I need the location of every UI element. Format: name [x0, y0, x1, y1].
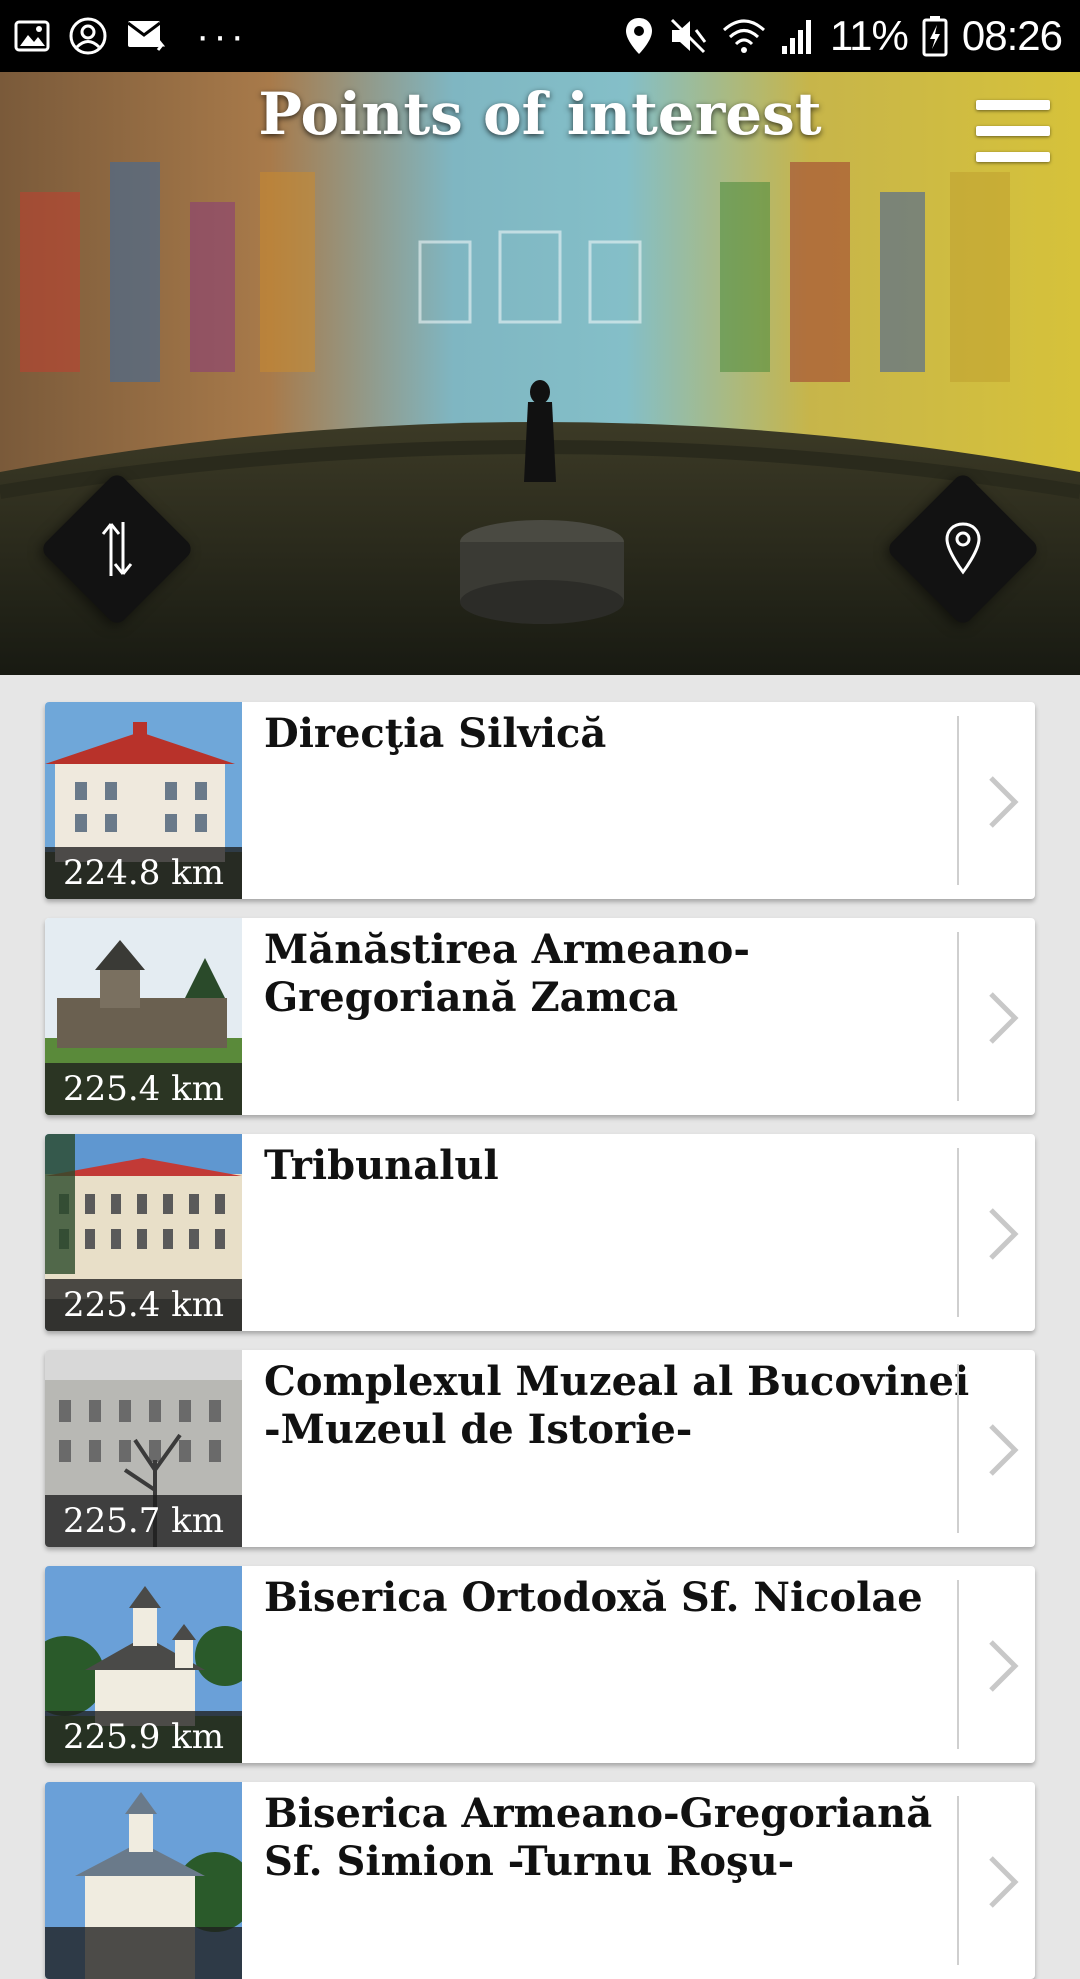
more-dots-icon: ···: [196, 14, 248, 58]
sort-arrows-icon: [82, 514, 152, 584]
list-item[interactable]: 225.9 km Biserica Ortodoxă Sf. Nicolae: [45, 1566, 1035, 1763]
hero-image: [0, 72, 1080, 675]
clock: 08:26: [961, 12, 1063, 59]
wifi-icon: [722, 16, 766, 56]
list-item[interactable]: 225.4 km Mănăstirea Armeano-Gregoriană Z…: [45, 918, 1035, 1115]
divider: [957, 1580, 959, 1749]
status-right: 11% 08:26: [624, 10, 1063, 62]
account-circle-icon: [68, 16, 108, 56]
divider: [957, 1148, 959, 1317]
mute-icon: [668, 16, 708, 56]
divider: [957, 932, 959, 1101]
chevron-right-icon[interactable]: [983, 774, 1023, 830]
mail-forward-icon: [126, 17, 168, 55]
place-name: Complexul Muzeal al Bucovinei -Muzeul de…: [264, 1358, 970, 1453]
hero-banner: Points of interest: [0, 72, 1080, 675]
signal-icon: [780, 16, 816, 56]
place-thumbnail: 225.7 km: [45, 1350, 242, 1547]
list-item[interactable]: 224.8 km Direcţia Silvică: [45, 702, 1035, 899]
chevron-right-icon[interactable]: [983, 1206, 1023, 1262]
chevron-right-icon[interactable]: [983, 1638, 1023, 1694]
distance-label: 225.9 km: [45, 1711, 242, 1763]
place-name: Biserica Armeano-Gregoriană Sf. Simion -…: [264, 1790, 933, 1885]
distance-label: 225.4 km: [45, 1279, 242, 1331]
distance-label: 224.8 km: [45, 847, 242, 899]
hamburger-menu-icon[interactable]: [976, 100, 1050, 162]
location-pin-icon: [624, 16, 654, 56]
place-thumbnail: 225.4 km: [45, 918, 242, 1115]
image-icon: [14, 18, 50, 54]
list-item[interactable]: 225.4 km Tribunalul: [45, 1134, 1035, 1331]
place-name: Direcţia Silvică: [264, 710, 607, 757]
list-item[interactable]: Biserica Armeano-Gregoriană Sf. Simion -…: [45, 1782, 1035, 1979]
place-thumbnail: 224.8 km: [45, 702, 242, 899]
divider: [957, 716, 959, 885]
list-item[interactable]: 225.7 km Complexul Muzeal al Bucovinei -…: [45, 1350, 1035, 1547]
place-thumbnail: 225.4 km: [45, 1134, 242, 1331]
chevron-right-icon[interactable]: [983, 1854, 1023, 1910]
map-pin-icon: [928, 514, 998, 584]
distance-label: 225.7 km: [45, 1495, 242, 1547]
distance-label: 225.4 km: [45, 1063, 242, 1115]
battery-charging-icon: [922, 15, 948, 57]
battery-percent: 11%: [829, 12, 909, 59]
place-name: Biserica Ortodoxă Sf. Nicolae: [264, 1574, 923, 1621]
place-name: Tribunalul: [264, 1142, 499, 1189]
status-left: ···: [14, 14, 248, 58]
chevron-right-icon[interactable]: [983, 1422, 1023, 1478]
place-thumbnail: [45, 1782, 242, 1979]
divider: [957, 1796, 959, 1965]
status-bar: ··· 11% 08:26: [0, 0, 1080, 72]
page-title: Points of interest: [258, 80, 822, 148]
chevron-right-icon[interactable]: [983, 990, 1023, 1046]
distance-label: [45, 1927, 242, 1979]
place-thumbnail: 225.9 km: [45, 1566, 242, 1763]
place-name: Mănăstirea Armeano-Gregoriană Zamca: [264, 926, 750, 1021]
divider: [957, 1364, 959, 1533]
